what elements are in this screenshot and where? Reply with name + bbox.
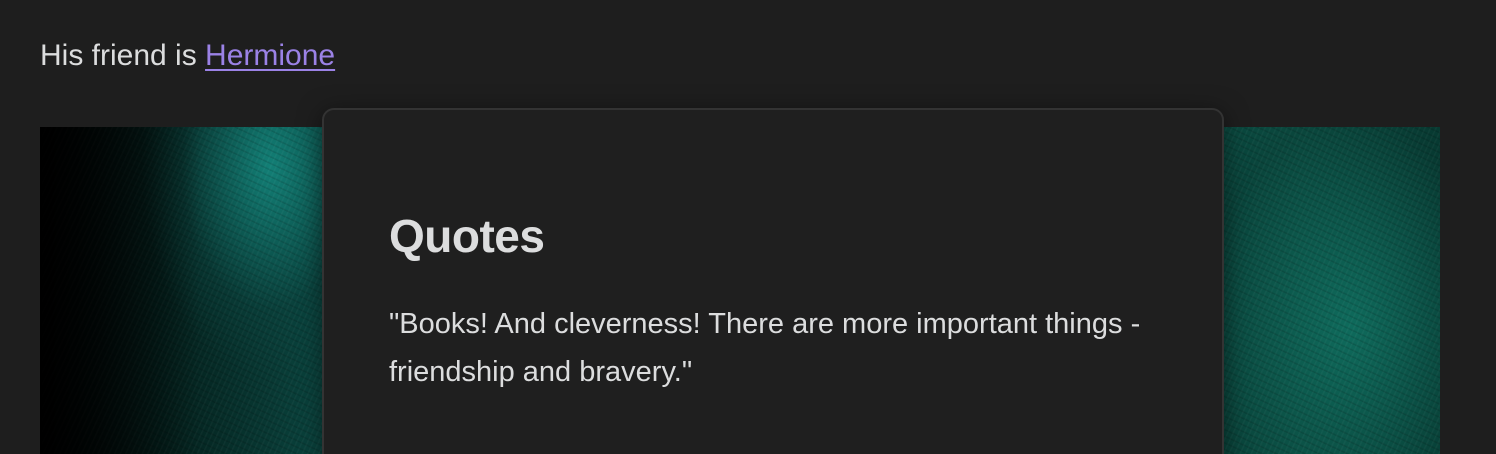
note-page: His friend is Hermione Quotes "Books! An… (0, 0, 1496, 454)
popover-quote-text: "Books! And cleverness! There are more i… (389, 308, 1141, 388)
friend-line: His friend is Hermione (40, 36, 335, 76)
link-preview-popover[interactable]: Quotes "Books! And cleverness! There are… (322, 108, 1224, 454)
banner-shadow (40, 127, 200, 454)
hermione-link[interactable]: Hermione (205, 39, 335, 72)
popover-title: Quotes (389, 210, 545, 262)
friend-prefix-text: His friend is (40, 39, 206, 72)
